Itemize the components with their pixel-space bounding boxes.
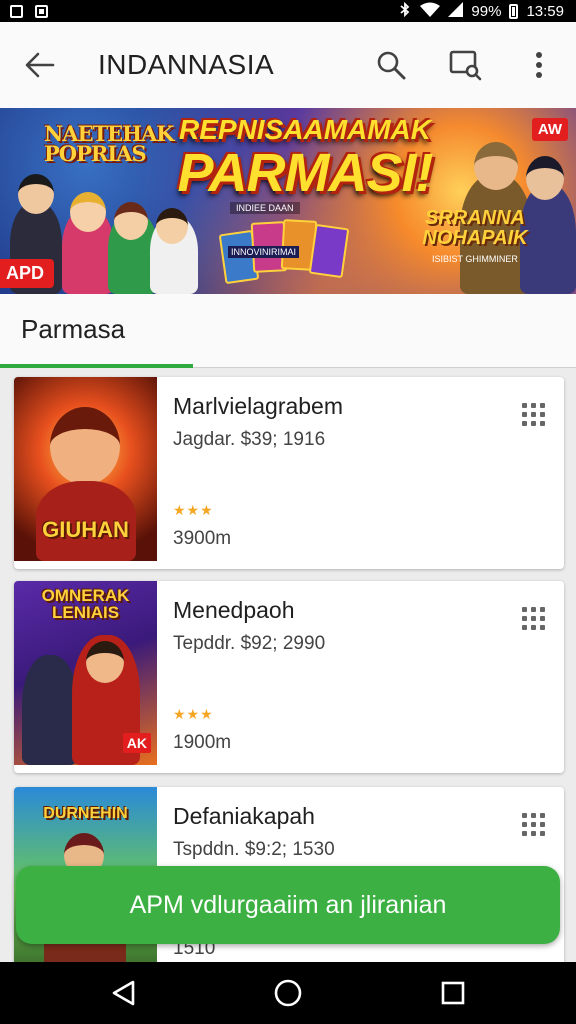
item-rating: ★★★ xyxy=(173,502,214,518)
list-item[interactable]: GIUHAN Marlvielagrabem Jagdar. $39; 1916… xyxy=(14,377,564,569)
battery-text: 99% xyxy=(471,2,502,20)
image-icon xyxy=(10,4,23,18)
game-thumbnail: GIUHAN xyxy=(14,377,157,561)
more-options-button[interactable] xyxy=(502,22,576,108)
tab-parmasa[interactable]: Parmasa xyxy=(21,314,125,345)
wifi-icon xyxy=(420,2,441,21)
item-menu-button[interactable] xyxy=(522,607,548,633)
nav-recents-button[interactable] xyxy=(418,962,488,1024)
item-rating: ★★★ xyxy=(173,706,214,722)
item-meta: Tspddn. $9:2; 1530 xyxy=(173,839,335,860)
banner-title-line2: PARMASI! xyxy=(177,143,434,203)
hero-figure xyxy=(526,156,564,200)
item-size: 3900m xyxy=(173,528,232,549)
thumbnail-badge: AK xyxy=(122,733,151,753)
banner-subtitle: INDIEE DAAN xyxy=(230,202,300,214)
search-button[interactable] xyxy=(354,22,428,108)
app-title: INDANNASIA xyxy=(98,49,275,80)
tab-bar: Parmasa xyxy=(0,294,576,368)
battery-icon xyxy=(509,3,519,19)
nav-home-button[interactable] xyxy=(253,962,323,1024)
hero-figure xyxy=(156,208,188,244)
promo-banner[interactable]: INNOVINIRIMAI NAETEHAK POPRIAS REPNISAAM… xyxy=(0,108,576,294)
thumbnail-hero xyxy=(86,641,124,683)
thumbnail-title: OMNERAK LENIAIS xyxy=(41,586,130,622)
item-size: 1900m xyxy=(173,732,232,753)
thumbnail-title: GIUHAN xyxy=(42,517,129,542)
tab-indicator xyxy=(0,364,193,368)
grid-dots-icon xyxy=(522,607,548,630)
banner-right-text: SRRANNA NOHAPAIK xyxy=(422,207,528,249)
list-item[interactable]: OMNERAK LENIAIS AK Menedpaoh Tepddr. $92… xyxy=(14,581,564,773)
gallery-icon xyxy=(35,4,48,18)
item-menu-button[interactable] xyxy=(522,403,548,429)
game-thumbnail: OMNERAK LENIAIS AK xyxy=(14,581,157,765)
banner-badge-right: AW xyxy=(531,118,568,141)
search-icon xyxy=(377,51,406,80)
game-card xyxy=(308,223,350,279)
back-arrow-icon xyxy=(25,52,55,78)
item-name: Marlvielagrabem xyxy=(173,393,344,419)
thumbnail-title: DURNEHIN xyxy=(43,805,128,822)
clock: 13:59 xyxy=(526,2,564,20)
status-bar: 99% 13:59 xyxy=(0,0,576,22)
more-vert-icon xyxy=(536,52,542,78)
nav-back-button[interactable] xyxy=(88,962,158,1024)
item-meta: Tepddr. $92; 2990 xyxy=(173,633,326,654)
hero-figure xyxy=(70,192,106,232)
item-meta: Jagdar. $39; 1916 xyxy=(173,429,326,450)
banner-title: REPNISAAMAMAK PARMASI! xyxy=(165,114,445,200)
banner-right-subtext: ISIBIST GHIMMINER xyxy=(432,254,518,264)
banner-badge-left: APD xyxy=(0,259,55,288)
item-name: Defaniakapah xyxy=(173,803,315,829)
thumbnail-hero xyxy=(22,655,78,765)
cast-icon xyxy=(449,50,482,81)
item-menu-button[interactable] xyxy=(522,813,548,839)
hero-figure xyxy=(114,202,148,240)
signal-icon xyxy=(448,1,464,21)
hero-figure xyxy=(474,142,518,190)
bluetooth-icon xyxy=(398,1,412,21)
back-triangle-icon xyxy=(112,980,134,1006)
snackbar[interactable]: APM vdlurgaaiim an jliranian xyxy=(16,866,560,944)
app-bar: INDANNASIA xyxy=(0,22,576,108)
thumbnail-hero xyxy=(50,407,120,485)
home-circle-icon xyxy=(274,979,302,1007)
back-button[interactable] xyxy=(0,22,80,108)
grid-dots-icon xyxy=(522,403,548,426)
banner-top-left-text: NAETEHAK POPRIAS xyxy=(44,121,175,166)
cast-button[interactable] xyxy=(428,22,502,108)
banner-card-label: INNOVINIRIMAI xyxy=(228,246,300,258)
item-name: Menedpaoh xyxy=(173,597,295,623)
hero-figure xyxy=(18,174,54,214)
banner-title-line1: REPNISAAMAMAK xyxy=(179,114,431,145)
system-nav-bar xyxy=(0,962,576,1024)
grid-dots-icon xyxy=(522,813,548,836)
recents-square-icon xyxy=(442,981,465,1005)
